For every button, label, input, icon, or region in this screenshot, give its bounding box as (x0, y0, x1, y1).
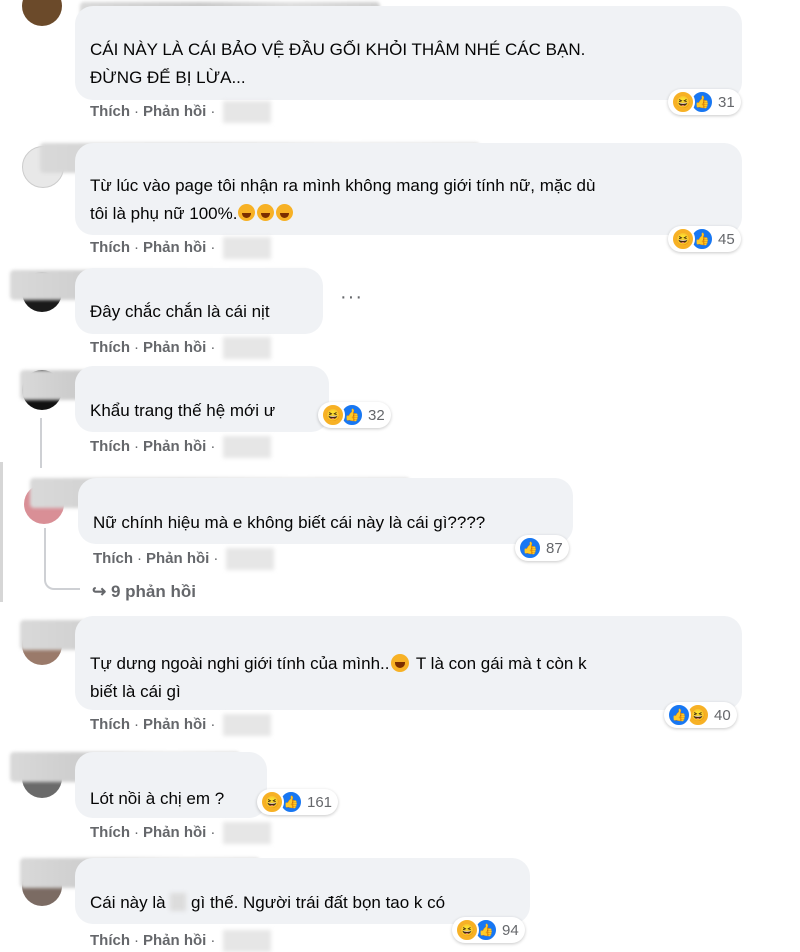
censored-word (170, 893, 187, 911)
reply-arrow-icon: ↪ (92, 582, 107, 601)
haha-icon: 😆 (455, 918, 479, 942)
timestamp[interactable] (223, 237, 272, 259)
more-dots-icon[interactable]: ··· (340, 286, 363, 309)
haha-icon: 😆 (671, 90, 695, 114)
like-icon: 👍 (667, 703, 691, 727)
thread-line (40, 418, 42, 468)
like-link[interactable]: Thích (90, 239, 130, 256)
reply-link[interactable]: Phản hồi (143, 339, 206, 356)
haha-icon: 😆 (321, 403, 345, 427)
laughing-emoji (391, 654, 410, 672)
comment-actions: Thích · Phản hồi · (90, 822, 272, 844)
haha-icon: 😆 (671, 227, 695, 251)
comment-actions: Thích · Phản hồi · (90, 714, 272, 736)
comment-text: Từ lúc vào page tôi nhận ra mình không m… (90, 176, 596, 223)
comment-text: Cái này là gì thế. Người trái đất bọn ta… (90, 893, 446, 912)
reply-link[interactable]: Phản hồi (146, 550, 209, 567)
timestamp[interactable] (223, 337, 272, 359)
reply-link[interactable]: Phản hồi (143, 824, 206, 841)
crying-emoji (238, 204, 256, 221)
comment-actions: Thích · Phản hồi · (90, 930, 272, 952)
comment-actions: Thích · Phản hồi · (93, 548, 275, 570)
reaction-count: 45 (718, 230, 735, 248)
comment-text: Nữ chính hiệu mà e không biết cái này là… (93, 513, 486, 532)
timestamp[interactable] (223, 822, 272, 844)
reply-link[interactable]: Phản hồi (143, 103, 206, 120)
reply-link[interactable]: Phản hồi (143, 438, 206, 455)
comment-actions: Thích · Phản hồi · (90, 101, 272, 123)
like-link[interactable]: Thích (93, 550, 133, 567)
reaction-count: 32 (368, 406, 385, 424)
reaction-count: 31 (718, 93, 735, 111)
comment-text: Khẩu trang thế hệ mới ư (90, 401, 276, 420)
timestamp[interactable] (223, 930, 272, 952)
comment-text: Tự dưng ngoài nghi giới tính của mình.. … (90, 654, 587, 701)
comment-actions: Thích · Phản hồi · (90, 337, 272, 359)
like-link[interactable]: Thích (90, 438, 130, 455)
left-divider (0, 462, 3, 602)
timestamp[interactable] (226, 548, 275, 570)
reaction-count: 87 (546, 539, 563, 557)
view-replies-link[interactable]: ↪ 9 phản hồi (92, 582, 196, 602)
comment-actions: Thích · Phản hồi · (90, 436, 272, 458)
timestamp[interactable] (223, 436, 272, 458)
like-link[interactable]: Thích (90, 716, 130, 733)
reaction-summary[interactable]: 😆 👍 161 (257, 789, 339, 815)
reaction-summary[interactable]: 👍 87 (515, 535, 569, 561)
timestamp[interactable] (223, 101, 272, 123)
reaction-count: 40 (714, 706, 731, 724)
comment-text: Lót nồi à chị em ? (90, 789, 225, 808)
reply-link[interactable]: Phản hồi (143, 716, 206, 733)
like-link[interactable]: Thích (90, 103, 130, 120)
crying-emoji (257, 204, 275, 221)
comment-actions: Thích · Phản hồi · (90, 237, 272, 259)
haha-icon: 😆 (260, 790, 284, 814)
like-link[interactable]: Thích (90, 339, 130, 356)
like-link[interactable]: Thích (90, 824, 130, 841)
reaction-summary[interactable]: 😆 👍 31 (668, 89, 741, 115)
thread-line (44, 528, 80, 590)
reaction-summary[interactable]: 👍 😆 40 (664, 702, 737, 728)
comment-text: CÁI NÀY LÀ CÁI BẢO VỆ ĐẦU GỐI KHỎI THÂM … (90, 40, 586, 87)
reaction-summary[interactable]: 😆 👍 94 (452, 917, 525, 943)
comment-text: Đây chắc chắn là cái nịt (90, 302, 270, 321)
reply-link[interactable]: Phản hồi (143, 932, 206, 949)
like-link[interactable]: Thích (90, 932, 130, 949)
reaction-count: 161 (307, 793, 333, 811)
reaction-summary[interactable]: 😆 👍 45 (668, 226, 741, 252)
timestamp[interactable] (223, 714, 272, 736)
reaction-summary[interactable]: 😆 👍 32 (318, 402, 391, 428)
crying-emoji (276, 204, 294, 221)
reaction-count: 94 (502, 921, 519, 939)
like-icon: 👍 (518, 536, 542, 560)
avatar[interactable] (22, 0, 62, 26)
reply-link[interactable]: Phản hồi (143, 239, 206, 256)
